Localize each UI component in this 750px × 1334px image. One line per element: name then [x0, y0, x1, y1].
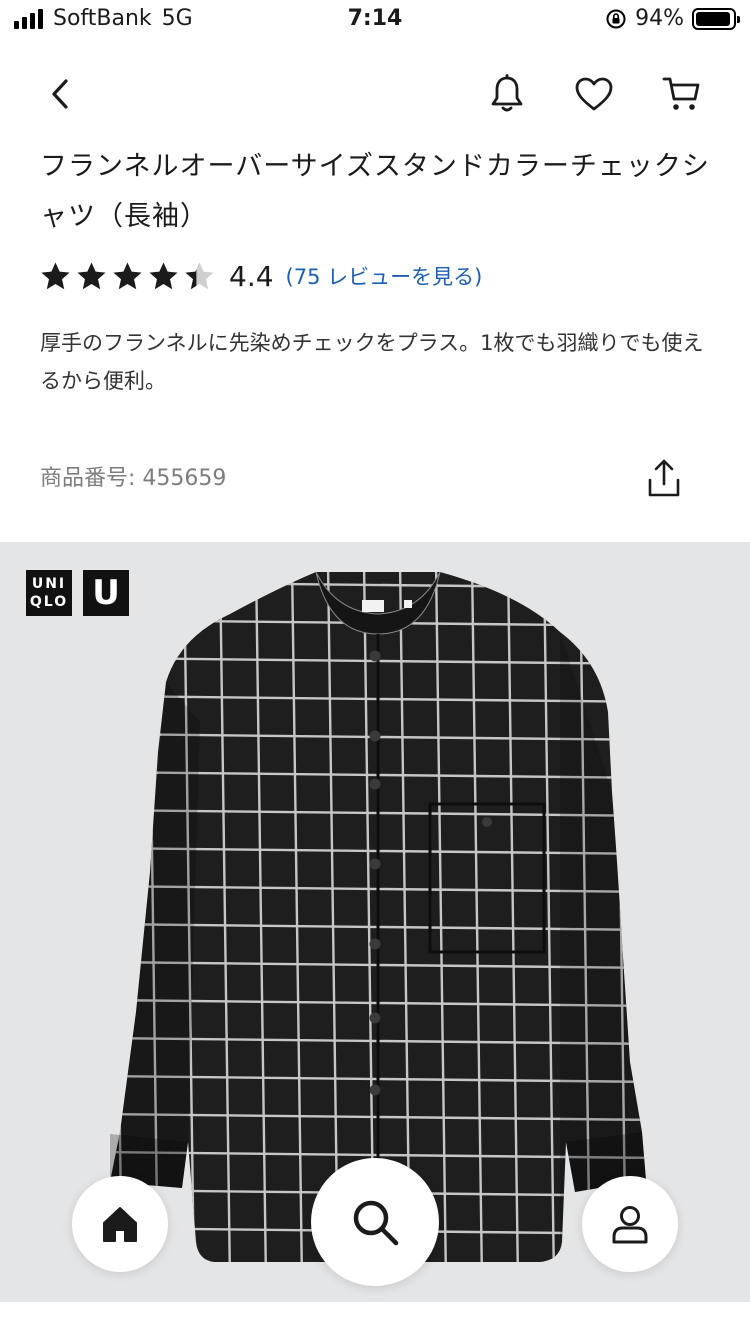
rating-stars [40, 261, 215, 292]
battery-fill [696, 11, 730, 26]
status-right: 94% [605, 6, 740, 31]
home-button[interactable] [72, 1176, 168, 1272]
search-button[interactable] [311, 1158, 439, 1286]
search-icon [353, 1200, 399, 1246]
star-icon [113, 262, 142, 289]
share-icon [648, 459, 680, 497]
shirt-button [369, 1084, 381, 1096]
shirt-tag [362, 600, 384, 612]
bell-icon [491, 74, 523, 112]
account-button[interactable] [582, 1176, 678, 1272]
battery-percent: 94% [635, 6, 684, 31]
shirt-button [369, 650, 381, 662]
review-link[interactable]: (75 レビューを見る) [286, 261, 483, 291]
product-code: 商品番号: 455659 [40, 466, 227, 491]
heart-icon [575, 77, 613, 111]
star-icon [41, 262, 70, 289]
star-icon [185, 262, 214, 289]
product-description: 厚手のフランネルに先染めチェックをプラス。1枚でも羽織りでも使えるから便利。 [40, 331, 704, 393]
star-icon [77, 262, 106, 289]
shirt-button [369, 938, 381, 950]
status-bar: SoftBank 5G 7:14 94% [0, 0, 750, 40]
star-icon [149, 262, 178, 289]
logo-line-2: QLO [29, 594, 69, 610]
uniqlo-u-logo: U [83, 570, 129, 616]
product-title: フランネルオーバーサイズスタンドカラーチェックシャツ（長袖） [40, 151, 710, 232]
uniqlo-logo: UNI QLO [26, 570, 72, 616]
rating-value: 4.4 [229, 259, 274, 293]
shirt-button [369, 1012, 381, 1024]
orientation-lock-icon [606, 9, 626, 28]
shirt-button [369, 858, 381, 870]
battery-icon [692, 7, 740, 30]
chevron-left-icon [52, 79, 68, 109]
favorite-button[interactable] [564, 64, 624, 124]
back-button[interactable] [30, 64, 90, 124]
shirt-button [369, 730, 381, 742]
rating-row: 4.4 (75 レビューを見る) [40, 254, 482, 298]
notifications-button[interactable] [477, 64, 537, 124]
account-icon [612, 1206, 648, 1244]
logo-line-1: UNI [31, 576, 67, 592]
share-button[interactable] [634, 448, 694, 508]
cart-icon [662, 77, 700, 110]
shirt-button [369, 778, 381, 790]
home-icon [103, 1207, 137, 1242]
header-nav [0, 60, 750, 128]
cart-button[interactable] [652, 64, 712, 124]
